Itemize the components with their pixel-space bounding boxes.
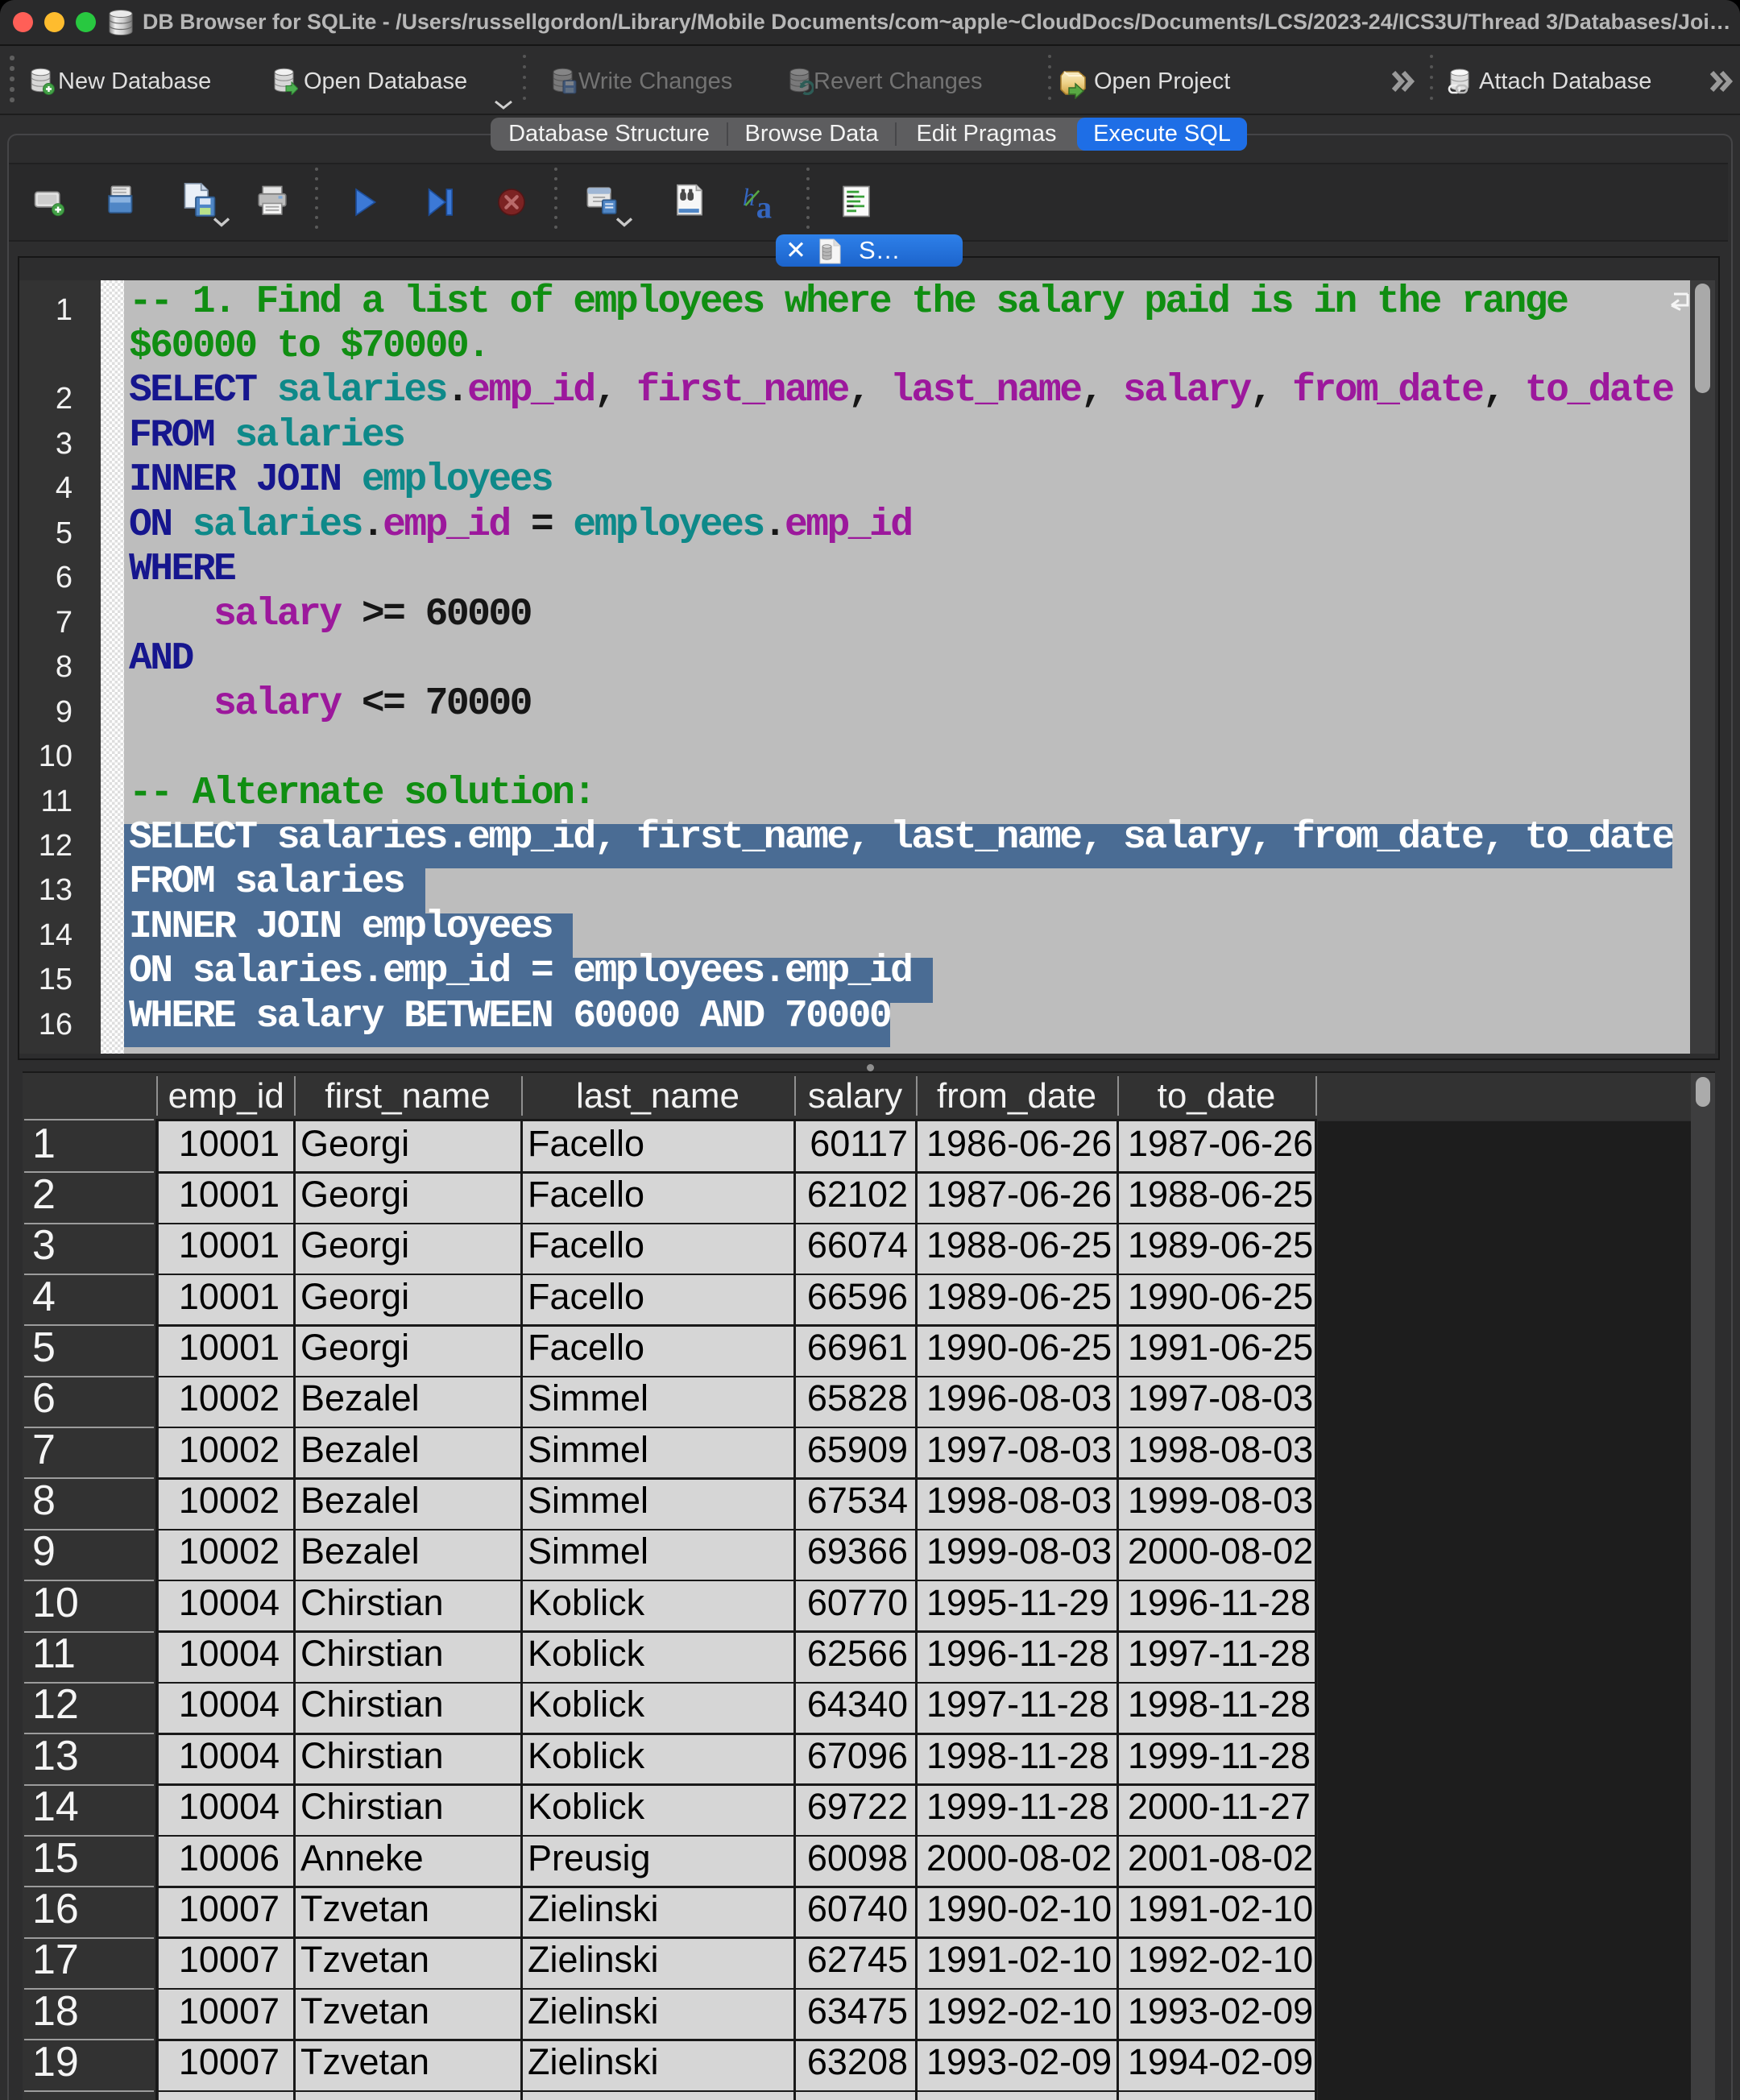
svg-text:a: a xyxy=(756,191,772,219)
